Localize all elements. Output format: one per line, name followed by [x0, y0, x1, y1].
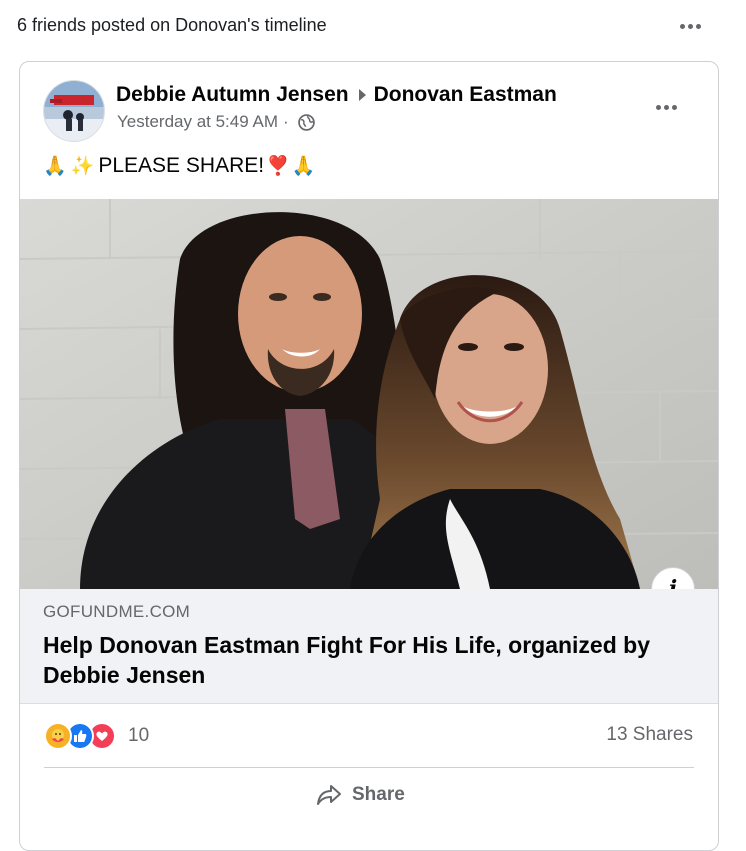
- care-icon: [44, 722, 72, 750]
- reaction-count: 10: [128, 725, 150, 746]
- share-label: Share: [352, 784, 405, 805]
- link-preview[interactable]: GOFUNDME.COM Help Donovan Eastman Fight …: [20, 589, 718, 704]
- post-author-line: Debbie Autumn Jensen Donovan Eastman: [116, 83, 557, 107]
- share-arrow-icon: [317, 785, 341, 805]
- post-meta: Yesterday at 5:49 AM ·: [117, 112, 315, 132]
- target-name[interactable]: Donovan Eastman: [374, 83, 557, 107]
- shares-count[interactable]: 13 Shares: [606, 724, 693, 746]
- actions-divider: [44, 767, 694, 768]
- pray-emoji-end: 🙏: [291, 156, 316, 177]
- link-domain: GOFUNDME.COM: [43, 602, 191, 621]
- meta-separator: ·: [282, 112, 289, 131]
- link-title[interactable]: Help Donovan Eastman Fight For His Life,…: [43, 630, 683, 690]
- author-name[interactable]: Debbie Autumn Jensen: [116, 83, 349, 107]
- post-card: Debbie Autumn Jensen Donovan Eastman Yes…: [19, 61, 719, 851]
- triangle-right-icon: [358, 89, 366, 101]
- header-more-options-icon[interactable]: [680, 24, 701, 29]
- post-message-text: PLEASE SHARE!: [98, 154, 265, 177]
- timeline-header: 6 friends posted on Donovan's timeline: [0, 0, 746, 52]
- post-message: 🙏 ✨ PLEASE SHARE! ❣️ 🙏: [43, 154, 319, 178]
- link-preview-image[interactable]: [20, 199, 718, 589]
- globe-icon[interactable]: [297, 113, 315, 131]
- sparkles-emoji: ✨: [70, 156, 95, 177]
- share-button[interactable]: Share: [316, 784, 405, 806]
- reactions-summary[interactable]: 10: [44, 722, 149, 750]
- author-avatar[interactable]: [43, 80, 105, 142]
- post-more-options-icon[interactable]: [656, 105, 677, 110]
- post-timestamp[interactable]: Yesterday at 5:49 AM: [117, 112, 278, 132]
- pray-emoji: 🙏: [43, 156, 67, 177]
- heart-exclamation-emoji: ❣️: [266, 156, 290, 177]
- timeline-header-text: 6 friends posted on Donovan's timeline: [17, 15, 327, 35]
